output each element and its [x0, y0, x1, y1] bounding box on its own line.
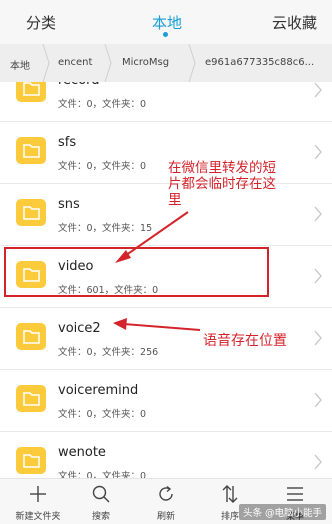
breadcrumb-item-micromsg[interactable]: MicroMsg: [122, 57, 169, 68]
item-name: voice2: [58, 321, 101, 336]
item-name: voiceremind: [58, 383, 139, 398]
refresh-label: 刷新: [156, 512, 175, 522]
plus-icon: [30, 486, 46, 502]
chevron-right-icon: [314, 454, 322, 470]
voice-annotation: 语音存在位置: [203, 333, 287, 349]
sort-icon: [222, 485, 238, 503]
breadcrumb-separator-icon: [42, 43, 50, 83]
folder-icon: [16, 385, 46, 412]
chevron-right-icon: [314, 392, 322, 408]
watermark: 头条 @电脑小能手: [238, 504, 326, 520]
chevron-right-icon: [314, 82, 322, 98]
folder-icon: [16, 199, 46, 226]
video-annotation: 在微信里转发的短片都会临时存在这里: [168, 160, 276, 208]
chevron-right-icon: [314, 206, 322, 222]
search-button[interactable]: 搜索: [71, 485, 131, 524]
refresh-icon: [159, 485, 173, 501]
item-meta: 文件：0，文件夹：256: [58, 347, 159, 358]
item-meta: 文件：0，文件夹：15: [58, 223, 153, 234]
tab-bar: 分类 本地 云收藏: [0, 0, 332, 44]
refresh-button[interactable]: 刷新: [136, 485, 196, 524]
folder-icon: [16, 447, 46, 474]
folder-icon: [16, 323, 46, 350]
breadcrumb-separator-icon: [188, 43, 196, 83]
active-tab-indicator: [163, 32, 168, 37]
item-meta: 文件：0，文件夹：0: [58, 471, 147, 478]
item-name: record: [58, 82, 100, 88]
new-folder-button[interactable]: 新建文件夹: [8, 485, 68, 524]
list-item-sfs[interactable]: sfs 文件：0，文件夹：0: [0, 122, 332, 184]
new-folder-label: 新建文件夹: [15, 512, 61, 522]
list-item-sns[interactable]: sns 文件：0，文件夹：15: [0, 184, 332, 246]
folder-icon: [16, 137, 46, 164]
video-highlight-box: [4, 247, 269, 297]
breadcrumb-item-local[interactable]: 本地: [10, 57, 30, 72]
item-meta: 文件：0，文件夹：0: [58, 161, 147, 172]
item-meta: 文件：0，文件夹：0: [58, 409, 147, 420]
list-item-wenote[interactable]: wenote 文件：0，文件夹：0: [0, 432, 332, 478]
chevron-right-icon: [314, 330, 322, 346]
search-label: 搜索: [91, 512, 110, 522]
item-name: sns: [58, 197, 80, 212]
folder-icon: [16, 82, 46, 102]
list-item-record[interactable]: record 文件：0，文件夹：0: [0, 82, 332, 122]
breadcrumb-item-account[interactable]: e961a677335c88c6...: [205, 57, 314, 68]
chevron-right-icon: [314, 144, 322, 160]
tab-local[interactable]: 本地: [152, 12, 182, 33]
breadcrumb-separator-icon: [104, 43, 112, 83]
list-item-voiceremind[interactable]: voiceremind 文件：0，文件夹：0: [0, 370, 332, 432]
menu-icon: [287, 487, 303, 501]
chevron-right-icon: [314, 268, 322, 284]
breadcrumb-item-tencent[interactable]: encent: [58, 57, 92, 68]
item-meta: 文件：0，文件夹：0: [58, 99, 147, 110]
tab-category[interactable]: 分类: [26, 12, 56, 33]
item-name: sfs: [58, 135, 77, 150]
item-name: wenote: [58, 445, 106, 460]
search-icon: [92, 485, 110, 503]
tab-cloud-favorites[interactable]: 云收藏: [272, 12, 317, 33]
